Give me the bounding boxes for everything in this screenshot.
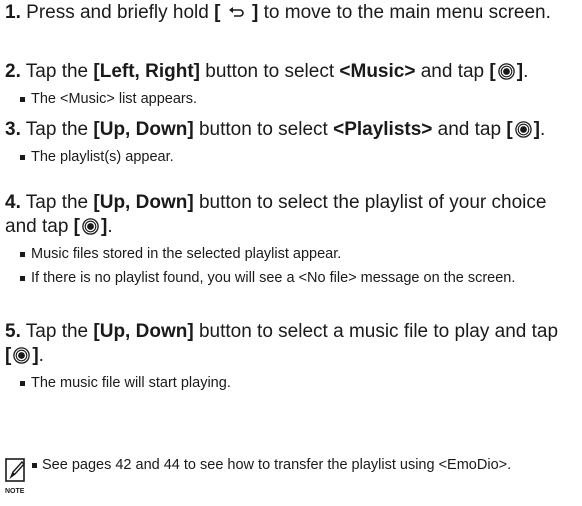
step-emphasis: [: [5, 345, 12, 366]
select-button-icon: [497, 63, 515, 80]
select-button-icon: [82, 218, 99, 235]
step-text: button to select: [199, 61, 340, 82]
step-instruction: 5. Tap the [Up, Down] button to select a…: [0, 320, 582, 368]
step-text: and tap: [415, 61, 490, 82]
step-item: 5. Tap the [Up, Down] button to select a…: [0, 320, 582, 392]
step-item: 2. Tap the [Left, Right] button to selec…: [0, 60, 582, 108]
step-number: 4.: [5, 192, 21, 213]
step-text: .: [38, 345, 44, 366]
step-emphasis: [: [489, 61, 496, 82]
step-emphasis: [Left, Right]: [93, 61, 200, 82]
bullet-item: The music file will start playing.: [0, 374, 582, 392]
step-text: button to select a music file to play an…: [193, 321, 559, 342]
step-instruction: 4. Tap the [Up, Down] button to select t…: [0, 191, 582, 239]
bullet-item: The <Music> list appears.: [0, 90, 582, 108]
step-instruction: 2. Tap the [Left, Right] button to selec…: [0, 60, 582, 84]
step-bullets: The <Music> list appears.: [0, 90, 582, 108]
note-pencil-icon: NOTE: [5, 458, 25, 495]
note-text: See pages 42 and 44 to see how to transf…: [32, 456, 568, 474]
bullet-item: The playlist(s) appear.: [0, 148, 582, 166]
step-emphasis: ]: [246, 2, 259, 23]
step-number: 3.: [5, 119, 21, 140]
step-emphasis: [Up, Down]: [93, 321, 194, 342]
step-item: 1. Press and briefly hold [ ] to move to…: [0, 1, 582, 25]
step-emphasis: [Up, Down]: [93, 192, 194, 213]
step-text: button to select: [193, 119, 334, 140]
step-instruction: 1. Press and briefly hold [ ] to move to…: [0, 1, 582, 25]
step-text: .: [523, 61, 529, 82]
step-instruction: 3. Tap the [Up, Down] button to select <…: [0, 118, 582, 142]
step-text: Tap the: [25, 192, 94, 213]
step-number: 2.: [5, 61, 21, 82]
step-emphasis: <Music>: [339, 61, 416, 82]
select-button-icon: [13, 347, 31, 364]
back-icon: [228, 7, 244, 17]
step-bullets: The playlist(s) appear.: [0, 148, 582, 166]
step-emphasis: [: [214, 2, 226, 23]
bullet-item: Music files stored in the selected playl…: [0, 245, 582, 263]
step-text: Tap the: [25, 61, 94, 82]
step-number: 5.: [5, 321, 21, 342]
step-text: Tap the: [25, 321, 94, 342]
note-box: NOTE See pages 42 and 44 to see how to t…: [0, 455, 582, 506]
step-emphasis: [Up, Down]: [93, 119, 194, 140]
select-button-icon: [514, 121, 532, 138]
step-text: .: [540, 119, 546, 140]
step-item: 3. Tap the [Up, Down] button to select <…: [0, 118, 582, 166]
step-emphasis: [: [73, 216, 80, 237]
step-text: Tap the: [25, 119, 94, 140]
step-number: 1.: [5, 2, 21, 23]
step-item: 4. Tap the [Up, Down] button to select t…: [0, 191, 582, 287]
note-label: NOTE: [5, 488, 25, 495]
step-text: to move to the main menu screen.: [258, 2, 551, 23]
step-emphasis: [: [506, 119, 513, 140]
step-text: and tap: [432, 119, 507, 140]
step-text: .: [107, 216, 113, 237]
step-emphasis: <Playlists>: [333, 119, 433, 140]
step-bullets: Music files stored in the selected playl…: [0, 245, 582, 287]
bullet-item: If there is no playlist found, you will …: [0, 269, 582, 287]
step-bullets: The music file will start playing.: [0, 374, 582, 392]
step-text: Press and briefly hold: [26, 2, 215, 23]
